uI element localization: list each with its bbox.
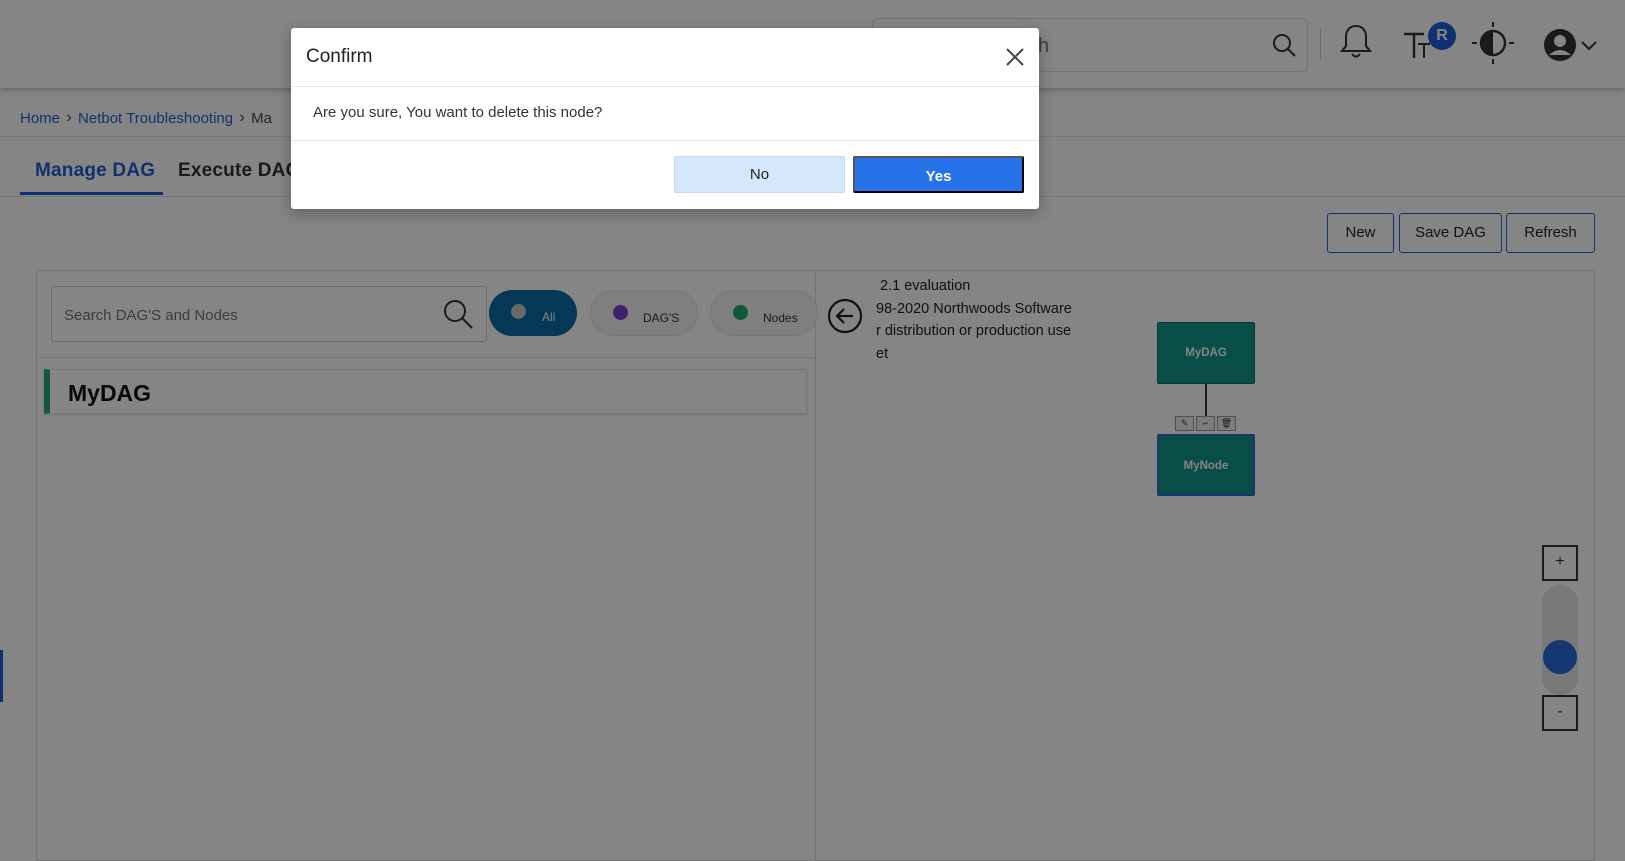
no-button[interactable]: No xyxy=(674,156,845,193)
close-icon[interactable] xyxy=(1004,46,1026,68)
yes-button[interactable]: Yes xyxy=(853,156,1024,193)
dialog-title: Confirm xyxy=(306,46,373,67)
dialog-footer-divider xyxy=(291,140,1039,141)
confirm-dialog: Confirm Are you sure, You want to delete… xyxy=(291,28,1039,209)
dialog-message: Are you sure, You want to delete this no… xyxy=(313,104,603,121)
dialog-header-divider xyxy=(291,86,1039,87)
